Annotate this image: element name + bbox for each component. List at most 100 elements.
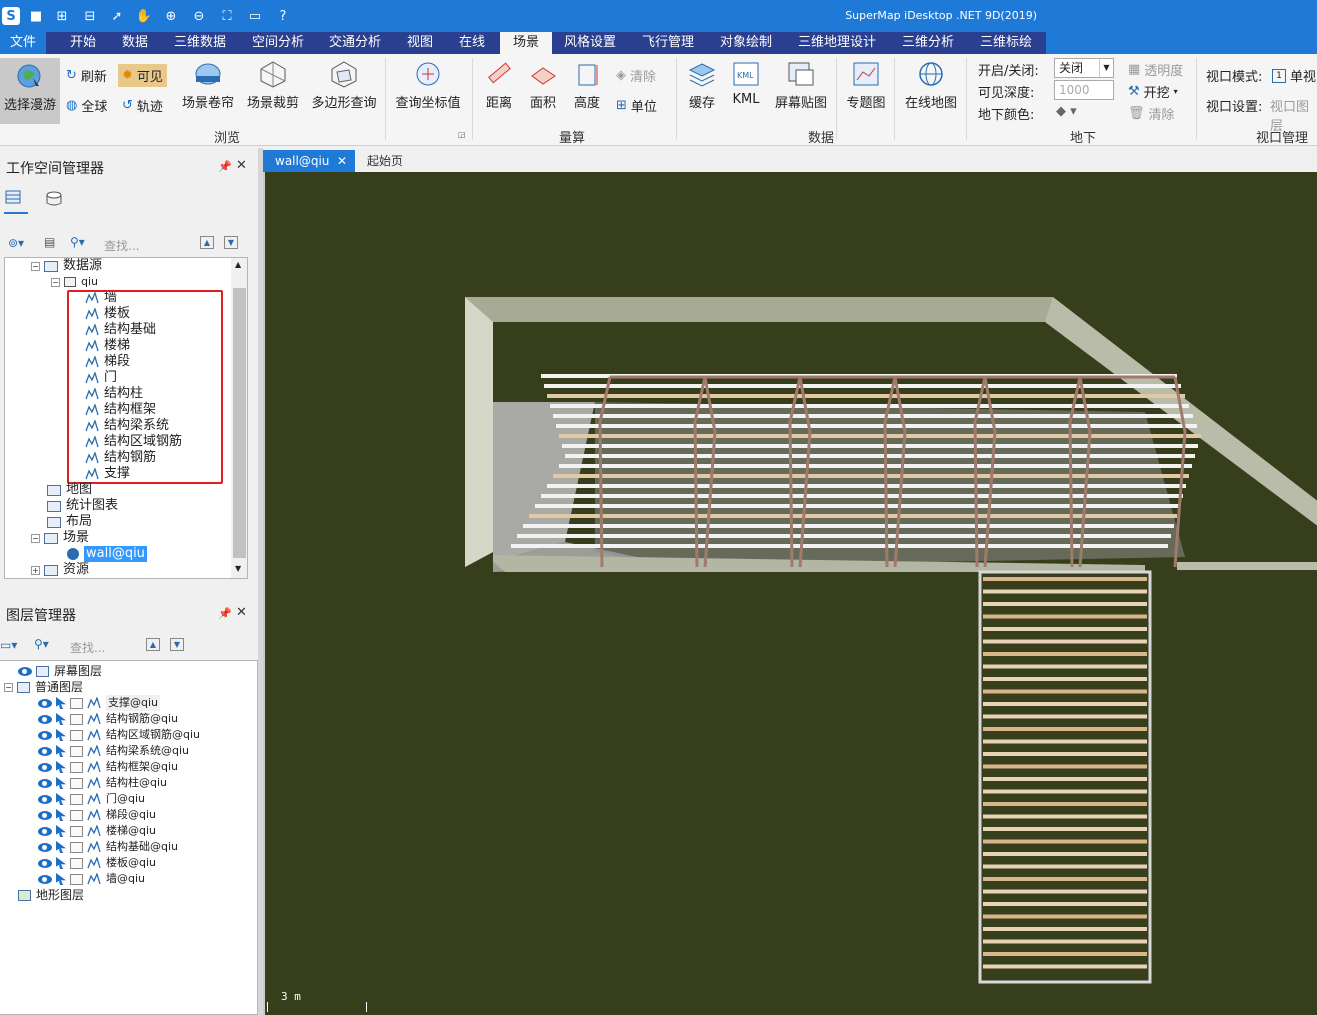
collapse-icon[interactable]: −: [4, 682, 13, 692]
menu-online[interactable]: 在线: [452, 32, 492, 54]
scene-viewport[interactable]: 3 m: [263, 172, 1317, 1015]
layer-item[interactable]: 门@qiu: [38, 791, 145, 807]
menu-view[interactable]: 视图: [400, 32, 440, 54]
export-icon[interactable]: ⊟: [80, 6, 100, 26]
pin-icon[interactable]: 📌: [218, 607, 232, 620]
editable-icon[interactable]: [70, 713, 83, 725]
full-globe-button[interactable]: ◍ 全球: [66, 96, 107, 115]
scroll-thumb[interactable]: [233, 288, 246, 558]
full-extent-icon[interactable]: ⛶: [217, 6, 237, 26]
dig-button[interactable]: ⚒ 开挖 ▾: [1128, 82, 1178, 101]
tree-layouts[interactable]: 布局: [47, 514, 92, 530]
query-coordinate-button[interactable]: 查询坐标值: [392, 60, 464, 111]
tree-maps[interactable]: 地图: [47, 482, 92, 498]
selectable-pointer-icon[interactable]: [56, 761, 66, 773]
scene-clip-button[interactable]: 场景裁剪: [243, 60, 303, 111]
close-icon[interactable]: ✕: [236, 605, 247, 620]
visible-eye-icon[interactable]: [38, 746, 52, 756]
underground-clear-button[interactable]: 🗑 清除: [1128, 104, 1175, 123]
menu-3d-analysis[interactable]: 三维分析: [896, 32, 960, 54]
visible-eye-icon[interactable]: [38, 762, 52, 772]
screen-paste-button[interactable]: 屏幕贴图: [770, 60, 832, 111]
layer-screen[interactable]: 屏幕图层: [18, 663, 102, 679]
open-folder-icon[interactable]: ▭: [245, 6, 265, 26]
editable-icon[interactable]: [70, 873, 83, 885]
height-button[interactable]: 高度: [566, 60, 608, 111]
selectable-pointer-icon[interactable]: [56, 857, 66, 869]
layer-item[interactable]: 结构梁系统@qiu: [38, 743, 189, 759]
selectable-pointer-icon[interactable]: [56, 697, 66, 709]
menu-spatial-analysis[interactable]: 空间分析: [246, 32, 310, 54]
visible-eye-icon[interactable]: [38, 698, 52, 708]
visible-eye-icon[interactable]: [38, 826, 52, 836]
editable-icon[interactable]: [70, 777, 83, 789]
scroll-up-icon[interactable]: ▲: [235, 260, 241, 269]
close-icon[interactable]: ✕: [236, 158, 247, 173]
layer-item[interactable]: 结构框架@qiu: [38, 759, 178, 775]
menu-3d-data[interactable]: 三维数据: [168, 32, 232, 54]
polygon-query-button[interactable]: 多边形查询: [308, 60, 380, 111]
paint-bucket-icon[interactable]: ◆ ▾: [1056, 104, 1077, 119]
workspace-tab-data[interactable]: [4, 188, 28, 214]
editable-icon[interactable]: [70, 793, 83, 805]
selectable-pointer-icon[interactable]: [56, 825, 66, 837]
visible-depth-input[interactable]: 1000: [1054, 80, 1114, 100]
save-icon[interactable]: ■: [26, 6, 46, 26]
visible-eye-icon[interactable]: [38, 778, 52, 788]
thematic-map-button[interactable]: 专题图: [842, 60, 890, 111]
editable-icon[interactable]: [70, 809, 83, 821]
doc-tab-scene[interactable]: wall@qiu ✕: [263, 150, 355, 172]
editable-icon[interactable]: [70, 745, 83, 757]
menu-file[interactable]: 文件: [0, 32, 46, 54]
layer-item[interactable]: 楼板@qiu: [38, 855, 156, 871]
visible-eye-icon[interactable]: [38, 842, 52, 852]
add-layer-icon[interactable]: ▭▾: [0, 638, 17, 652]
visible-eye-icon[interactable]: [38, 714, 52, 724]
pin-icon[interactable]: 📌: [218, 160, 232, 173]
search-icon[interactable]: ⚲▾: [34, 637, 49, 651]
distance-button[interactable]: 距离: [478, 60, 520, 111]
layer-item[interactable]: 墙@qiu: [38, 871, 145, 887]
search-down-icon[interactable]: ▼: [224, 236, 238, 249]
help-icon[interactable]: ?: [273, 6, 293, 26]
scroll-down-icon[interactable]: ▼: [235, 564, 241, 573]
expand-icon[interactable]: +: [31, 565, 40, 575]
menu-style-settings[interactable]: 风格设置: [558, 32, 622, 54]
zoom-in-icon[interactable]: ⊕: [161, 6, 181, 26]
online-map-button[interactable]: 在线地图: [900, 60, 962, 111]
area-button[interactable]: 面积: [522, 60, 564, 111]
editable-icon[interactable]: [70, 729, 83, 741]
layer-item[interactable]: 结构区域钢筋@qiu: [38, 727, 200, 743]
visible-eye-icon[interactable]: [38, 858, 52, 868]
layer-normal[interactable]: − 普通图层: [4, 679, 83, 695]
menu-3d-geo-design[interactable]: 三维地理设计: [792, 32, 882, 54]
cache-button[interactable]: 缓存: [682, 60, 722, 111]
open-workspace-icon[interactable]: ⊚▾: [8, 236, 24, 250]
search-up-icon[interactable]: ▲: [146, 638, 160, 651]
menu-start[interactable]: 开始: [60, 32, 106, 54]
menu-object-drawing[interactable]: 对象绘制: [714, 32, 778, 54]
visible-eye-icon[interactable]: [38, 874, 52, 884]
tree-scenes[interactable]: − 场景: [31, 530, 89, 546]
search-up-icon[interactable]: ▲: [200, 236, 214, 249]
select-pointer-icon[interactable]: ➚: [107, 6, 127, 26]
tree-charts[interactable]: 统计图表: [47, 498, 118, 514]
menu-data[interactable]: 数据: [112, 32, 158, 54]
selectable-pointer-icon[interactable]: [56, 793, 66, 805]
selectable-pointer-icon[interactable]: [56, 713, 66, 725]
track-button[interactable]: ↺ 轨迹: [122, 96, 163, 115]
layer-item[interactable]: 支撑@qiu: [38, 695, 161, 711]
tree-scrollbar[interactable]: ▲ ▼: [231, 258, 247, 578]
close-tab-icon[interactable]: ✕: [337, 150, 347, 172]
collapse-icon[interactable]: −: [31, 261, 40, 271]
layer-terrain[interactable]: 地形图层: [18, 887, 84, 903]
visible-eye-icon[interactable]: [38, 810, 52, 820]
new-document-icon[interactable]: ▤: [44, 235, 55, 249]
editable-icon[interactable]: [70, 761, 83, 773]
selectable-pointer-icon[interactable]: [56, 809, 66, 821]
zoom-out-icon[interactable]: ⊖: [189, 6, 209, 26]
visible-button[interactable]: ✹ 可见: [118, 64, 167, 87]
tree-datasource-qiu[interactable]: − qiu: [51, 274, 98, 290]
menu-flight-management[interactable]: 飞行管理: [636, 32, 700, 54]
group-dialog-launcher[interactable]: ◲: [458, 130, 466, 139]
